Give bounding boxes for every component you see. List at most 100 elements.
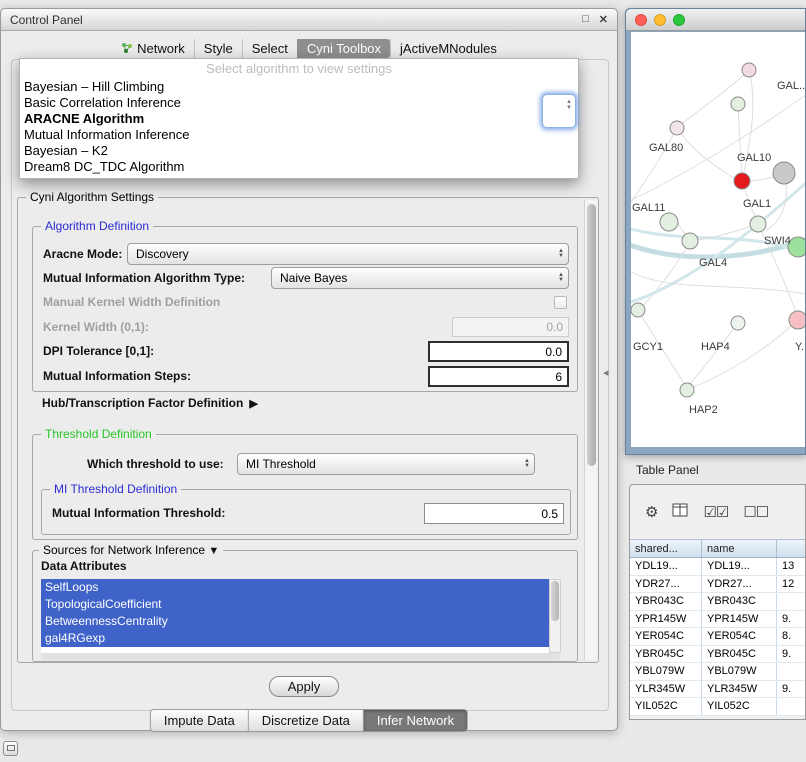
- manual-kernel-checkbox[interactable]: [554, 296, 567, 309]
- table-cell: YLR345W: [702, 681, 777, 698]
- mi-threshold-label: Mutual Information Threshold:: [52, 502, 225, 524]
- mi-threshold-field[interactable]: 0.5: [424, 503, 564, 524]
- algorithm-option[interactable]: ARACNE Algorithm: [20, 111, 578, 127]
- network-view-window: GAL...GAL80GAL10GAL11GAL1SWI4GAL4GCY1HAP…: [625, 8, 806, 455]
- network-canvas-svg: GAL...GAL80GAL10GAL11GAL1SWI4GAL4GCY1HAP…: [631, 32, 805, 447]
- table-row[interactable]: YDL19...YDL19...13: [630, 558, 805, 576]
- focused-spinner-control[interactable]: ▲▼: [542, 94, 576, 128]
- tab-cyni-toolbox[interactable]: Cyni Toolbox: [297, 39, 390, 58]
- network-node[interactable]: [731, 316, 745, 330]
- bottom-tab-discretize-data[interactable]: Discretize Data: [249, 709, 364, 732]
- network-node[interactable]: [742, 63, 756, 77]
- panel-splitter-handle[interactable]: ◂: [603, 366, 609, 379]
- table-header-cell[interactable]: name: [702, 540, 777, 557]
- network-node[interactable]: [631, 303, 645, 317]
- network-node[interactable]: [734, 173, 750, 189]
- table-row[interactable]: YLR345WYLR345W9.: [630, 681, 805, 699]
- mi-type-combobox[interactable]: Naive Bayes ▲▼: [271, 267, 569, 289]
- close-button[interactable]: [635, 14, 647, 26]
- manual-kernel-label: Manual Kernel Width Definition: [43, 291, 220, 313]
- table-cell: YBL079W: [702, 663, 777, 680]
- table-header-cell[interactable]: [777, 540, 805, 557]
- tab-select[interactable]: Select: [242, 39, 297, 58]
- table-header-cell[interactable]: shared...: [630, 540, 702, 557]
- gear-icon[interactable]: ⚙: [645, 505, 657, 520]
- mi-steps-field[interactable]: 6: [428, 366, 569, 387]
- network-node[interactable]: [660, 213, 678, 231]
- algorithm-definition-title: Algorithm Definition: [41, 219, 153, 233]
- network-node-label: GAL11: [632, 202, 665, 214]
- attributes-list-hscrollbar[interactable]: [41, 653, 561, 660]
- table-row[interactable]: YPR145WYPR145W9.: [630, 611, 805, 629]
- table-cell: YIL052C: [630, 698, 702, 715]
- attribute-list-item[interactable]: gal4RGexp: [41, 630, 549, 647]
- mi-type-label: Mutual Information Algorithm Type:: [43, 267, 245, 289]
- network-node[interactable]: [789, 311, 805, 329]
- network-node[interactable]: [773, 162, 795, 184]
- algorithm-option[interactable]: Mutual Information Inference: [20, 127, 578, 143]
- table-cell: YIL052C: [702, 698, 777, 715]
- network-node[interactable]: [750, 216, 766, 232]
- algorithm-option[interactable]: Bayesian – Hill Climbing: [20, 79, 578, 95]
- attribute-list-item[interactable]: TopologicalCoefficient: [41, 596, 549, 613]
- table-cell: 9.: [777, 681, 805, 698]
- aracne-mode-combobox[interactable]: Discovery ▲▼: [127, 243, 569, 265]
- table-row[interactable]: YBL079WYBL079W: [630, 663, 805, 681]
- tab-bar: NetworkStyleSelectCyni ToolboxjActiveMNo…: [1, 37, 617, 59]
- select-none-icon[interactable]: ☐☐: [743, 505, 768, 520]
- table-row[interactable]: YBR043CYBR043C: [630, 593, 805, 611]
- table-cell: YDL19...: [702, 558, 777, 575]
- zoom-button[interactable]: [673, 14, 685, 26]
- kernel-width-field[interactable]: 0.0: [452, 317, 569, 337]
- network-canvas[interactable]: GAL...GAL80GAL10GAL11GAL1SWI4GAL4GCY1HAP…: [631, 32, 805, 447]
- restore-panel-icon[interactable]: [3, 741, 18, 756]
- attribute-list-item[interactable]: BetweennessCentrality: [41, 613, 549, 630]
- mi-threshold-group: MI Threshold Definition Mutual Informati…: [41, 489, 571, 535]
- network-node[interactable]: [670, 121, 684, 135]
- tab-style[interactable]: Style: [194, 39, 242, 58]
- show-columns-icon[interactable]: [672, 503, 688, 522]
- settings-scrollbar[interactable]: [584, 200, 597, 660]
- float-window-icon[interactable]: □: [582, 13, 589, 26]
- settings-group-title: Cyni Algorithm Settings: [26, 190, 158, 204]
- table-panel-title: Table Panel: [636, 463, 699, 477]
- network-node[interactable]: [682, 233, 698, 249]
- table-cell: YBR045C: [630, 646, 702, 663]
- bottom-tab-impute-data[interactable]: Impute Data: [150, 709, 249, 732]
- attributes-list-scrollbar[interactable]: [549, 579, 561, 653]
- algorithm-option[interactable]: Dream8 DC_TDC Algorithm: [20, 159, 578, 175]
- window-title: Control Panel: [10, 13, 83, 27]
- network-node-label: SWI4: [764, 235, 791, 247]
- spinner-arrows-icon: ▲▼: [566, 99, 572, 111]
- apply-button[interactable]: Apply: [269, 676, 339, 697]
- which-threshold-combobox[interactable]: MI Threshold ▲▼: [237, 453, 535, 475]
- attribute-list-item[interactable]: SelfLoops: [41, 579, 549, 596]
- table-row[interactable]: YER054CYER054C8.: [630, 628, 805, 646]
- algorithm-dropdown-list: Bayesian – Hill ClimbingBasic Correlatio…: [20, 79, 578, 175]
- dpi-tolerance-field[interactable]: 0.0: [428, 341, 569, 362]
- table-row[interactable]: YDR27...YDR27...12: [630, 576, 805, 594]
- threshold-definition-group: Threshold Definition Which threshold to …: [32, 434, 578, 540]
- hub-definition-expander[interactable]: Hub/Transcription Factor Definition ▶: [42, 396, 258, 410]
- tab-network[interactable]: Network: [112, 39, 194, 58]
- dropdown-placeholder: Select algorithm to view settings: [20, 59, 578, 79]
- close-window-icon[interactable]: ✕: [599, 13, 608, 26]
- minimize-button[interactable]: [654, 14, 666, 26]
- table-row[interactable]: YBR045CYBR045C9.: [630, 646, 805, 664]
- mi-steps-label: Mutual Information Steps:: [43, 365, 191, 387]
- network-node-label: GAL10: [737, 152, 771, 164]
- select-all-icon[interactable]: ☑☑: [703, 505, 728, 520]
- which-threshold-value: MI Threshold: [246, 457, 316, 471]
- network-node-label: GCY1: [633, 341, 663, 353]
- algorithm-option[interactable]: Bayesian – K2: [20, 143, 578, 159]
- bottom-tab-infer-network[interactable]: Infer Network: [364, 709, 468, 732]
- network-node[interactable]: [680, 383, 694, 397]
- control-panel-window: Control Panel □ ✕ NetworkStyleSelectCyni…: [0, 8, 618, 731]
- network-node[interactable]: [731, 97, 745, 111]
- algorithm-option[interactable]: Basic Correlation Inference: [20, 95, 578, 111]
- table-row[interactable]: YIL052CYIL052C: [630, 698, 805, 716]
- table-body: YDL19...YDL19...13YDR27...YDR27...12YBR0…: [630, 558, 805, 716]
- table-cell: 12: [777, 576, 805, 593]
- tab-jactivemnodules[interactable]: jActiveMNodules: [390, 39, 506, 58]
- threshold-definition-title: Threshold Definition: [41, 427, 156, 441]
